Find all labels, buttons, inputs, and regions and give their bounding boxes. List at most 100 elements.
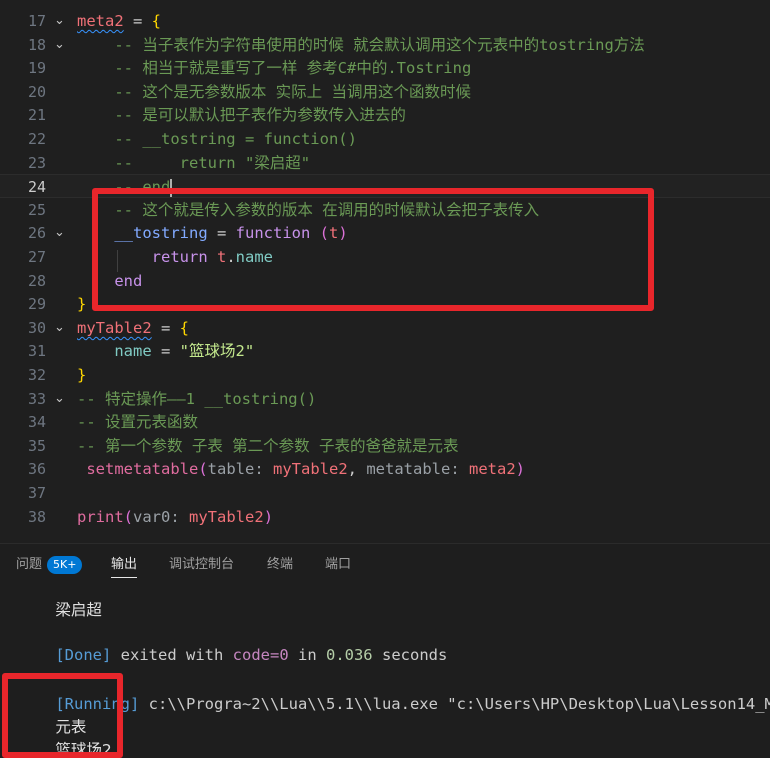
line-number: 21	[27, 106, 46, 124]
line-number: 24	[27, 178, 46, 196]
line-number: 33	[27, 390, 46, 408]
done-tag: [Done]	[55, 646, 112, 664]
fold-chevron-icon[interactable]: ⌄	[54, 33, 68, 57]
line-code: -- 是可以默认把子表作为参数传入进去的	[77, 103, 406, 127]
code-token: -- 当子表作为字符串使用的时候 就会默认调用这个元表中的tostring方法	[77, 36, 645, 54]
code-token: }	[77, 366, 87, 384]
code-token: "篮球场2"	[179, 342, 255, 360]
code-token: myTable2	[77, 319, 152, 337]
line-code: setmetatable(table: myTable2, metatable:…	[77, 457, 525, 481]
code-token: {	[151, 12, 162, 30]
panel-tab[interactable]: 问题 5K+	[16, 544, 83, 585]
code-token: setmetatable	[77, 460, 199, 478]
line-code: -- 设置元表函数	[77, 410, 198, 434]
line-number: 26	[27, 224, 46, 242]
line-number: 19	[27, 59, 46, 77]
code-token: -- 是可以默认把子表作为参数传入进去的	[77, 106, 406, 124]
code-token: =	[151, 342, 180, 360]
line-code: meta2 = {	[77, 9, 161, 33]
panel-tab-label: 问题	[16, 557, 43, 572]
code-line[interactable]: 36 setmetatable(table: myTable2, metatab…	[0, 457, 770, 481]
code-line[interactable]: 37	[0, 481, 770, 505]
line-number: 27	[27, 248, 46, 266]
code-token: )	[515, 460, 526, 478]
code-token: -- 这个是无参数版本 实际上 当调用这个函数时候	[77, 83, 471, 101]
code-line[interactable]: 30 ⌄ myTable2 = {	[0, 316, 770, 340]
code-token: ,	[347, 460, 367, 478]
panel-tab[interactable]: 输出	[111, 544, 138, 585]
line-number: 22	[27, 130, 46, 148]
fold-chevron-icon[interactable]: ⌄	[54, 221, 68, 245]
line-number: 18	[27, 36, 46, 54]
code-token: =	[151, 319, 180, 337]
code-line[interactable]: 20 -- 这个是无参数版本 实际上 当调用这个函数时候	[0, 80, 770, 104]
code-line[interactable]: 32}	[0, 363, 770, 387]
line-code: -- 第一个参数 子表 第二个参数 子表的爸爸就是元表	[77, 434, 459, 458]
code-line[interactable]: 18 ⌄ -- 当子表作为字符串使用的时候 就会默认调用这个元表中的tostrin…	[0, 33, 770, 57]
line-number: 23	[27, 154, 46, 172]
code-token: print	[77, 508, 124, 526]
code-token: )	[263, 508, 274, 526]
code-token: (	[123, 508, 134, 526]
line-number: 31	[27, 342, 46, 360]
code-line[interactable]: 33 ⌄ -- 特定操作——1 __tostring()	[0, 387, 770, 411]
line-number: 25	[27, 201, 46, 219]
panel-tab-bar: 问题 5K+ 输出 调试控制台 终端 端口	[0, 543, 770, 585]
code-line[interactable]: 23 -- return "梁启超"	[0, 151, 770, 175]
code-line[interactable]: 31 name = "篮球场2"	[0, 339, 770, 363]
code-token: =	[123, 12, 152, 30]
code-line[interactable]: 38 print(var0: myTable2)	[0, 505, 770, 529]
panel-tab-label: 输出	[111, 557, 138, 572]
code-token: myTable2	[263, 460, 348, 478]
panel-tab[interactable]: 调试控制台	[169, 544, 234, 585]
line-number: 32	[27, 366, 46, 384]
code-token: -- return "梁启超"	[77, 154, 311, 172]
highlight-box-output	[2, 673, 123, 758]
line-number: 29	[27, 295, 46, 313]
panel-tab-label: 调试控制台	[169, 557, 235, 572]
exit-code: code=0	[232, 646, 289, 664]
line-code: }	[77, 292, 86, 316]
panel-tab-label: 端口	[325, 557, 352, 572]
code-token: -- 设置元表函数	[77, 413, 198, 431]
done-text: exited with	[111, 646, 233, 664]
code-token: -- __tostring = function()	[77, 130, 357, 148]
line-number: 36	[27, 460, 46, 478]
fold-chevron-icon[interactable]: ⌄	[54, 387, 68, 411]
line-code: }	[77, 363, 86, 387]
fold-chevron-icon[interactable]: ⌄	[54, 316, 68, 340]
code-line[interactable]: 22 -- __tostring = function()	[0, 127, 770, 151]
problems-count-badge: 5K+	[47, 555, 83, 574]
code-line[interactable]: 17 ⌄ meta2 = {	[0, 9, 770, 33]
code-token: (	[198, 460, 208, 478]
line-code: -- return "梁启超"	[77, 151, 310, 175]
line-code: -- 相当于就是重写了一样 参考C#中的.Tostring	[77, 56, 471, 80]
line-number: 35	[27, 437, 46, 455]
code-line[interactable]: 19 -- 相当于就是重写了一样 参考C#中的.Tostring	[0, 56, 770, 80]
code-token: }	[77, 295, 87, 313]
line-code: print(var0: myTable2)	[77, 505, 273, 529]
highlight-box-tostring-function	[92, 188, 654, 311]
code-token: table:	[207, 460, 264, 478]
active-tab-underline	[111, 577, 138, 578]
elapsed-time: 0.036	[325, 646, 373, 664]
code-token: name	[77, 342, 152, 360]
line-number: 38	[27, 508, 46, 526]
line-code: -- __tostring = function()	[77, 127, 357, 151]
code-line[interactable]: 35 -- 第一个参数 子表 第二个参数 子表的爸爸就是元表	[0, 434, 770, 458]
code-line[interactable]: 21 -- 是可以默认把子表作为参数传入进去的	[0, 103, 770, 127]
line-number: 34	[27, 413, 46, 431]
line-number: 28	[27, 272, 46, 290]
code-token: meta2	[77, 12, 124, 30]
panel-tab-label: 终端	[267, 557, 294, 572]
code-line[interactable]: 34 -- 设置元表函数	[0, 410, 770, 434]
code-token: -- 特定操作——1 __tostring()	[77, 390, 317, 408]
line-number: 20	[27, 83, 46, 101]
panel-tab[interactable]: 端口	[325, 544, 351, 585]
line-number: 37	[27, 484, 46, 502]
panel-tab[interactable]: 终端	[267, 544, 293, 585]
code-token: myTable2	[179, 508, 264, 526]
code-token: meta2	[459, 460, 516, 478]
done-seconds: seconds	[372, 646, 448, 664]
fold-chevron-icon[interactable]: ⌄	[54, 9, 68, 33]
